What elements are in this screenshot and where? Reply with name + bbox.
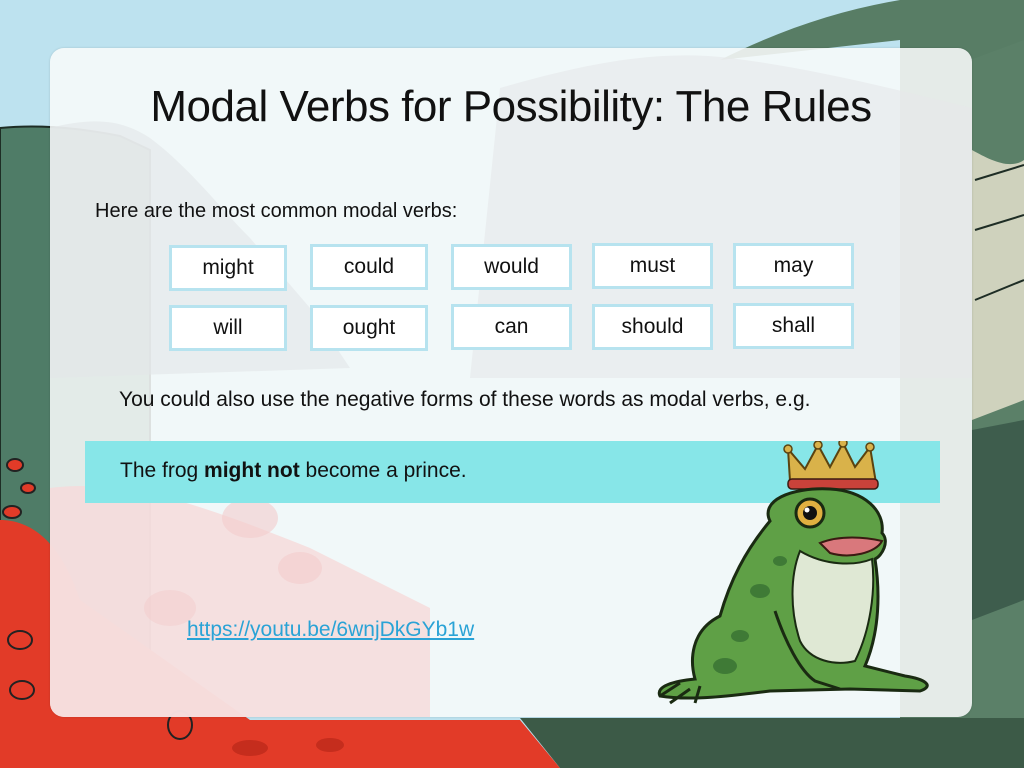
verb-box-can: can [451, 304, 572, 350]
verb-label: ought [342, 316, 396, 339]
verb-label: will [213, 316, 243, 339]
example-after: become a prince. [299, 459, 467, 482]
verb-label: might [202, 256, 254, 279]
verb-box-would: would [451, 244, 572, 290]
example-emphasis: might not [204, 459, 300, 482]
verb-box-could: could [310, 244, 428, 290]
verb-label: could [343, 255, 395, 278]
example-before: The frog [120, 459, 205, 482]
verb-box-ought: ought [310, 305, 428, 351]
verb-label: should [621, 315, 684, 338]
page-title: Modal Verbs for Possibility: The Rules [150, 82, 872, 131]
crown-icon [786, 441, 878, 485]
frog-prince-illustration [650, 441, 950, 711]
verb-label: may [773, 254, 814, 277]
verb-box-should: should [592, 304, 713, 350]
verb-label: can [494, 315, 529, 338]
example-sentence: The frog might not become a prince. [120, 459, 467, 483]
verb-box-will: will [169, 305, 287, 351]
verb-box-must: must [592, 243, 713, 289]
intro-text: Here are the most common modal verbs: [95, 200, 458, 222]
verb-box-shall: shall [733, 303, 854, 349]
negatives-note: You could also use the negative forms of… [119, 388, 811, 411]
verb-label: must [629, 254, 676, 277]
verb-box-might: might [169, 245, 287, 291]
content-panel: Modal Verbs for Possibility: The Rules H… [50, 48, 972, 717]
youtube-link[interactable]: https://youtu.be/6wnjDkGYb1w [187, 618, 474, 642]
verb-box-may: may [733, 243, 854, 289]
verb-label: would [484, 255, 539, 278]
verb-label: shall [771, 314, 816, 337]
